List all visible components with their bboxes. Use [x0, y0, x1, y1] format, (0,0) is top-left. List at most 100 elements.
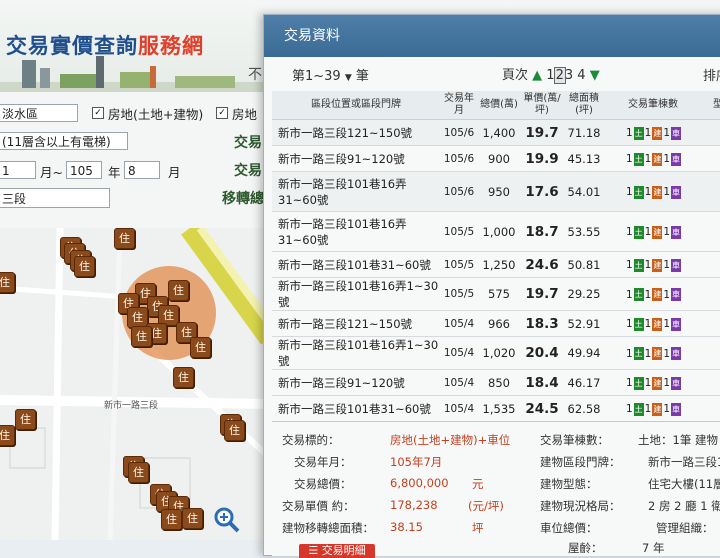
- map-pin[interactable]: 住: [168, 280, 189, 301]
- map-pin[interactable]: 住: [190, 337, 211, 358]
- parking-badge: 車: [671, 126, 682, 140]
- month-label: 月: [168, 165, 181, 180]
- col-header-type[interactable]: 型: [702, 91, 720, 120]
- cell-total-price: 1,250: [478, 251, 520, 278]
- map-pin[interactable]: 住: [224, 420, 245, 441]
- table-row[interactable]: 新市一路三段101巷16弄1~30號 105/5 575 19.7 29.25 1 土 1 建 1…: [272, 277, 720, 311]
- building-badge: 建: [652, 288, 663, 301]
- table-row[interactable]: 新市一路三段101巷31~60號 105/4 1,535 24.5 62.58 1 土 1 建 1…: [272, 395, 720, 421]
- record-unit: 筆: [355, 69, 369, 84]
- parking-badge: 車: [671, 225, 682, 239]
- cell-count-badges: 1土1建1車: [604, 171, 702, 212]
- cell-unit-price: 24.6: [520, 251, 564, 278]
- map-pin[interactable]: 住: [127, 307, 148, 328]
- page-link-1[interactable]: 1: [546, 68, 554, 83]
- cell-type: [702, 369, 720, 396]
- badge-count: 1: [644, 318, 652, 330]
- page-link-3[interactable]: 3: [565, 68, 573, 83]
- col-header-area[interactable]: 總面積(坪): [564, 91, 604, 120]
- map-pin[interactable]: 住: [161, 509, 182, 530]
- transaction-detail-button[interactable]: ☰ 交易明細: [299, 544, 375, 558]
- table-row[interactable]: 新市一路三段91~120號 105/4 850 18.4 46.17 1 土 1 建 1 車: [272, 369, 720, 396]
- page-link-4[interactable]: 4: [577, 68, 585, 83]
- cell-total-price: 1,535: [478, 395, 520, 421]
- table-row[interactable]: 新市一路三段101巷16弄31~60號 105/5 1,000 18.7 53.55 1 土…: [272, 211, 720, 252]
- cell-year-month: 105/6: [440, 145, 478, 172]
- table-row[interactable]: 新市一路三段101巷31~60號 105/5 1,250 24.6 50.81 1 土 1 建 1…: [272, 251, 720, 278]
- land-checkbox[interactable]: ✓: [216, 107, 228, 119]
- land-badge: 土: [633, 317, 644, 331]
- building-badge: 建: [652, 347, 663, 360]
- cell-unit-price: 18.3: [520, 310, 564, 337]
- page-label: 頁次: [502, 68, 529, 83]
- building-badge: 建: [652, 402, 663, 416]
- cell-year-month: 105/4: [440, 310, 478, 337]
- table-row[interactable]: 新市一路三段101巷16弄31~60號 105/6 950 17.6 54.01 1 土 1 建…: [272, 171, 720, 212]
- map-pin[interactable]: 住: [182, 508, 203, 529]
- map-pin[interactable]: 住: [131, 326, 152, 347]
- floor-select[interactable]: (11層含以上有電梯): [0, 132, 128, 150]
- col-header-total-price[interactable]: 總價(萬): [478, 91, 520, 120]
- detail-ym-value: 105年7月: [390, 455, 443, 469]
- cell-address: 新市一路三段121~150號: [272, 310, 440, 337]
- road-input[interactable]: 三段: [0, 188, 110, 208]
- table-row[interactable]: 新市一路三段121~150號 105/4 966 18.3 52.91 1 土 1 建 1 車: [272, 310, 720, 337]
- page-link-2[interactable]: 2: [553, 67, 566, 84]
- detail-area-unit: 坪: [472, 521, 484, 535]
- building-badge: 建: [652, 317, 663, 331]
- badge-count: 1: [663, 153, 671, 165]
- zoom-in-icon[interactable]: [213, 506, 241, 534]
- land-badge: 土: [633, 152, 644, 166]
- badge-count: 1: [663, 259, 671, 271]
- map-pin[interactable]: 住: [15, 409, 36, 430]
- sort-label[interactable]: 排序: [703, 65, 720, 84]
- table-row[interactable]: 新市一路三段91~120號 105/6 900 19.9 45.13 1 土 1 建 1 車: [272, 145, 720, 172]
- badge-count: 1: [644, 288, 652, 301]
- date-from-select[interactable]: 1: [0, 161, 36, 179]
- map-pin[interactable]: 住: [74, 256, 95, 277]
- detail-age-value: 7 年: [642, 541, 665, 555]
- cell-count-badges: 1土1建1車: [604, 369, 702, 396]
- land-badge: 土: [633, 347, 644, 360]
- cell-count-badges: 1土1建1車: [604, 277, 702, 311]
- cell-area: 29.25: [564, 277, 604, 311]
- map-pin[interactable]: 住: [114, 228, 135, 249]
- year-to-input[interactable]: 105: [66, 161, 102, 179]
- table-row[interactable]: 新市一路三段121~150號 105/6 1,400 19.7 71.18 1 土 1 建 1 車: [272, 119, 720, 146]
- parking-badge: 車: [671, 347, 682, 360]
- detail-count-value: 土地：1筆 建物：: [638, 433, 720, 447]
- month-to-select[interactable]: 8: [124, 161, 160, 179]
- map-pin[interactable]: 住: [0, 425, 15, 446]
- cell-type: [702, 336, 720, 370]
- year-label: 年: [108, 165, 121, 180]
- cell-unit-price: 19.7: [520, 277, 564, 311]
- prev-page-icon[interactable]: ▲: [532, 68, 542, 83]
- next-page-icon[interactable]: ▼: [590, 68, 600, 83]
- badge-count: 1: [644, 127, 652, 139]
- record-range[interactable]: 第1~39 ▼ 筆: [292, 65, 369, 84]
- col-header-address[interactable]: 區段位置或區段門牌: [272, 91, 440, 120]
- col-header-year-month[interactable]: 交易年月: [440, 91, 478, 120]
- modal-title: 交易資料: [264, 15, 720, 57]
- land-building-checkbox[interactable]: ✓: [92, 107, 104, 119]
- transaction-detail: 交易標的： 房地(土地+建物)+車位 交易年月： 105年7月 交易總價： 6,…: [272, 421, 720, 558]
- detail-unit-value: 178,238: [390, 498, 438, 512]
- col-header-count[interactable]: 交易筆棟數: [604, 91, 702, 120]
- table-row[interactable]: 新市一路三段101巷16弄1~30號 105/4 1,020 20.4 49.94 1 土 1…: [272, 336, 720, 370]
- cell-type: [702, 211, 720, 252]
- cell-area: 46.17: [564, 369, 604, 396]
- badge-count: 1: [663, 377, 671, 389]
- district-select[interactable]: 淡水區: [0, 104, 78, 122]
- col-header-unit-price[interactable]: 單價(萬/坪): [520, 91, 564, 120]
- map-pin[interactable]: 住: [0, 272, 15, 293]
- cell-count-badges: 1土1建1車: [604, 251, 702, 278]
- cell-unit-price: 19.9: [520, 145, 564, 172]
- map-view[interactable]: 新市一路三段: [0, 228, 270, 540]
- map-pin[interactable]: 住: [173, 367, 194, 388]
- cell-unit-price: 19.7: [520, 119, 564, 146]
- map-pin[interactable]: 住: [128, 462, 149, 483]
- detail-type-value: 房地(土地+建物)+車位: [390, 433, 511, 447]
- cell-area: 62.58: [564, 395, 604, 421]
- badge-count: 1: [625, 186, 633, 198]
- cell-address: 新市一路三段101巷16弄31~60號: [272, 171, 440, 212]
